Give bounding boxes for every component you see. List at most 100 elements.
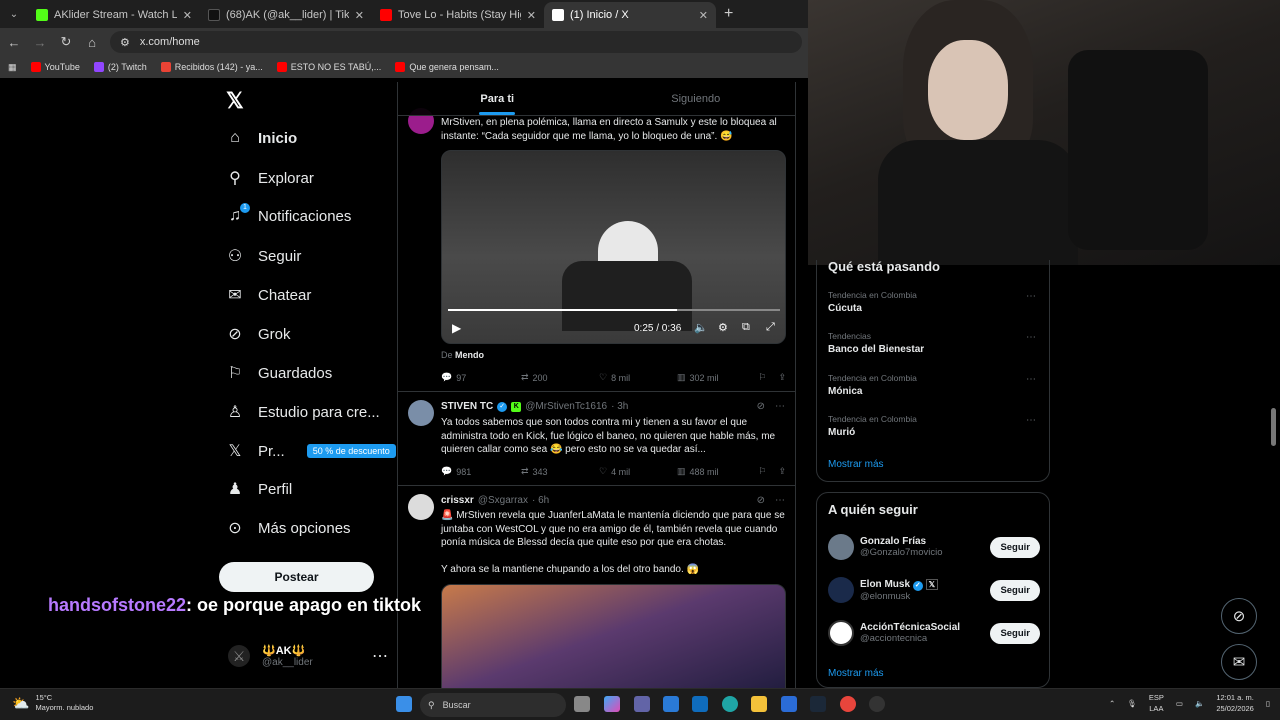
bookmark-item[interactable]: Recibidos (142) - ya... [160,62,263,72]
edge-icon[interactable] [722,696,738,712]
pip-icon[interactable]: ⧉ [742,321,750,334]
follow-suggestion[interactable]: Gonzalo Frías @Gonzalo7movicio Seguir [828,534,1040,560]
browser-tab[interactable]: (68)AK (@ak__lider) | TikTok ✕ [200,2,372,28]
bookmark-icon[interactable]: ⚐ [758,372,766,383]
share-icon[interactable]: ⇪ [778,372,786,383]
url-input[interactable]: ⚙ x.com/home [110,31,802,53]
share-icon[interactable]: ⇪ [778,466,786,477]
more-icon[interactable]: ⋯ [775,401,785,412]
close-tab-icon[interactable]: ✕ [355,9,364,22]
bookmark-item[interactable]: YouTube [30,62,80,72]
like-button[interactable]: ♡ 4 mil [599,466,677,477]
site-info-icon[interactable]: ⚙ [120,36,130,49]
nav-perfil[interactable]: ♟ Perfil [226,479,292,499]
forward-icon[interactable]: → [32,35,48,50]
author-handle[interactable]: @Sxgarrax [478,495,528,506]
browser-tab-active[interactable]: (1) Inicio / X ✕ [544,2,716,28]
source-name[interactable]: Mendo [455,350,484,360]
microphone-icon[interactable]: 🎙 [1127,698,1137,709]
repost-button[interactable]: ⇄ 200 [521,372,599,383]
store-icon[interactable] [663,696,679,712]
network-icon[interactable]: ▭ [1176,698,1183,709]
outlook-icon[interactable] [692,696,708,712]
grok-icon[interactable]: ⊘ [757,401,765,412]
grok-icon[interactable]: ⊘ [757,495,765,506]
nav-mas-opciones[interactable]: ⊙ Más opciones [226,518,350,538]
volume-icon[interactable]: 🔈 [1195,698,1204,709]
app-icon[interactable] [781,696,797,712]
post[interactable]: STIVEN TC ✓ K @MrStivenTc1616 · 3h ⊘ ⋯ Ya… [398,392,795,486]
follow-suggestion[interactable]: Elon Musk ✓ 𝕏 @elonmusk Seguir [828,577,1040,603]
video-progress-track[interactable] [448,309,780,311]
notification-center-icon[interactable]: ▯ [1266,698,1270,709]
tab-siguiendo[interactable]: Siguiendo [597,82,796,115]
trend-name[interactable]: Banco del Bienestar [828,344,924,355]
bookmark-item[interactable]: (2) Twitch [93,62,147,72]
account-switcher[interactable]: ⚔ 🔱AK🔱 @ak__lider ⋯ [228,644,388,668]
trend-name[interactable]: Cúcuta [828,303,862,314]
apps-grid-icon[interactable]: ▦ [8,62,17,73]
follow-button[interactable]: Seguir [990,579,1040,601]
views-button[interactable]: ▥ 488 mil [677,466,757,477]
nav-explorar[interactable]: ⚲ Explorar [226,168,314,188]
trend-name[interactable]: Mónica [828,386,862,397]
nav-estudio[interactable]: ♙ Estudio para cre... [226,402,380,422]
post[interactable]: MrStiven, en plena polémica, llama en di… [398,102,795,392]
nav-chatear[interactable]: ✉ Chatear [226,285,311,305]
copilot-icon[interactable] [604,696,620,712]
bookmark-icon[interactable]: ⚐ [758,466,766,477]
tab-para-ti[interactable]: Para ti [398,82,597,115]
more-icon[interactable]: ⋯ [1026,291,1036,302]
more-icon[interactable]: ⋯ [372,646,388,666]
post[interactable]: crissxr @Sxgarrax · 6h ⊘ ⋯ 🚨 MrStiven rev… [398,486,795,688]
grok-fab-icon[interactable]: ⊘ [1221,598,1257,634]
close-tab-icon[interactable]: ✕ [699,9,708,22]
nav-seguir[interactable]: ⚇ Seguir [226,246,302,266]
file-explorer-icon[interactable] [751,696,767,712]
nav-notificaciones[interactable]: ♫ 1 Notificaciones [226,203,351,225]
fullscreen-icon[interactable]: ⤢ [766,321,775,334]
windows-start-icon[interactable] [396,696,412,712]
taskbar-search[interactable]: ⚲ Buscar [420,693,566,717]
more-icon[interactable]: ⋯ [1026,332,1036,343]
back-icon[interactable]: ← [6,35,22,50]
close-tab-icon[interactable]: ✕ [527,9,536,22]
nav-guardados[interactable]: ⚐ Guardados [226,363,332,383]
author-name[interactable]: STIVEN TC [441,401,493,412]
reply-button[interactable]: 💬 97 [441,372,521,383]
record-app-icon[interactable] [869,696,885,712]
bookmark-item[interactable]: ESTO NO ES TABÚ,... [276,62,381,72]
page-scrollbar[interactable] [1271,408,1276,446]
reload-icon[interactable]: ↻ [58,34,74,50]
author-name[interactable]: crissxr [441,495,474,506]
nav-grok[interactable]: ⊘ Grok [226,324,290,344]
follow-suggestion[interactable]: AcciónTécnicaSocial @acciontecnica Seguir [828,620,1040,646]
task-view-icon[interactable] [574,696,590,712]
browser-tab[interactable]: Tove Lo - Habits (Stay High) - H ✕ [372,2,544,28]
video-player[interactable]: ▶ 0:25 / 0:36 🔈 ⚙ ⧉ ⤢ [441,150,786,344]
chrome-icon[interactable] [840,696,856,712]
volume-icon[interactable]: 🔈 [694,321,708,334]
follow-button[interactable]: Seguir [990,536,1040,558]
new-tab-icon[interactable]: + [724,5,733,23]
follow-show-more[interactable]: Mostrar más [828,668,884,679]
nav-premium[interactable]: 𝕏 Pr... 50 % de descuento [226,441,396,461]
repost-button[interactable]: ⇄ 343 [521,466,599,477]
play-icon[interactable]: ▶ [452,321,461,335]
more-icon[interactable]: ⋯ [775,495,785,506]
post-image[interactable] [441,584,786,688]
steam-icon[interactable] [810,696,826,712]
more-icon[interactable]: ⋯ [1026,415,1036,426]
home-browser-icon[interactable]: ⌂ [84,35,100,50]
weather-widget[interactable]: ⛅ 15°C Mayorm. nublado [12,693,93,713]
like-button[interactable]: ♡ 8 mil [599,372,677,383]
settings-icon[interactable]: ⚙ [718,321,728,334]
language-indicator[interactable]: ESP LAA [1149,692,1164,714]
nav-inicio[interactable]: ⌂ Inicio [226,129,297,147]
x-logo-icon[interactable]: 𝕏 [226,88,244,114]
follow-button[interactable]: Seguir [990,622,1040,644]
reply-button[interactable]: 💬 981 [441,466,521,477]
more-icon[interactable]: ⋯ [1026,374,1036,385]
views-button[interactable]: ▥ 302 mil [677,372,757,383]
messages-fab-icon[interactable]: ✉ [1221,644,1257,680]
